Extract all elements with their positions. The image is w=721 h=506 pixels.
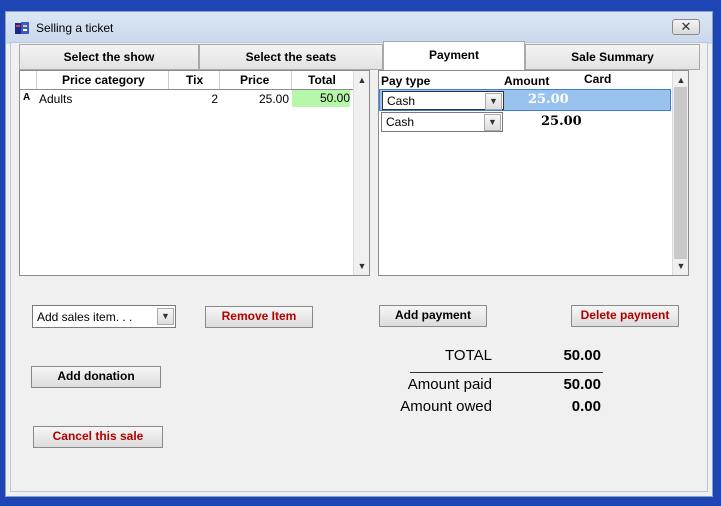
total-value: 50.00 <box>563 347 601 364</box>
tab-select-show[interactable]: Select the show <box>19 44 199 70</box>
col-card[interactable]: Card <box>584 72 611 86</box>
table-row[interactable]: Cash ▼ 25.00 <box>379 89 671 111</box>
add-sales-item-value: Add sales item. . . <box>37 310 133 324</box>
tab-sale-summary[interactable]: Sale Summary <box>525 44 700 70</box>
pay-type-select[interactable]: Cash ▼ <box>382 91 504 110</box>
payments-table-header: Pay type Amount Card <box>379 71 672 89</box>
row-total: 50.00 <box>292 90 350 107</box>
ticket-app-icon <box>15 22 29 34</box>
scroll-thumb[interactable] <box>674 87 687 259</box>
col-pay-type[interactable]: Pay type <box>381 74 430 88</box>
scroll-down-icon[interactable]: ▼ <box>354 259 370 273</box>
close-icon[interactable]: ✕ <box>672 19 700 35</box>
table-row[interactable]: Cash ▼ 25.00 <box>379 112 671 133</box>
row-price: 25.00 <box>258 92 289 106</box>
amount-paid-value: 50.00 <box>563 376 601 393</box>
row-tix: 2 <box>211 92 218 106</box>
chevron-down-icon[interactable]: ▼ <box>485 93 502 110</box>
add-sales-item-select[interactable]: Add sales item. . . ▼ <box>32 305 176 328</box>
add-payment-button[interactable]: Add payment <box>379 305 487 327</box>
delete-payment-button[interactable]: Delete payment <box>571 305 679 327</box>
cancel-sale-button[interactable]: Cancel this sale <box>33 426 163 448</box>
items-scrollbar[interactable]: ▲ ▼ <box>353 71 369 275</box>
col-amount[interactable]: Amount <box>504 74 549 88</box>
amount-paid-label: Amount paid <box>407 376 492 393</box>
col-price[interactable]: Price <box>240 73 269 87</box>
tab-select-seats[interactable]: Select the seats <box>199 44 383 70</box>
remove-item-button[interactable]: Remove Item <box>205 306 313 328</box>
add-donation-button[interactable]: Add donation <box>31 366 161 388</box>
amount-owed-label: Amount owed <box>400 398 492 415</box>
selling-ticket-window: Selling a ticket ✕ Select the show Selec… <box>5 11 713 497</box>
chevron-down-icon[interactable]: ▼ <box>484 114 501 131</box>
payments-table: Pay type Amount Card Cash ▼ 25.00 Cash ▼… <box>378 70 689 276</box>
scroll-up-icon[interactable]: ▲ <box>354 73 370 87</box>
row-category: Adults <box>39 92 73 106</box>
col-price-category[interactable]: Price category <box>62 73 145 87</box>
totals-divider <box>410 372 603 373</box>
pay-type-value: Cash <box>386 115 415 129</box>
payment-amount: 25.00 <box>528 92 569 107</box>
items-table-header: Price category Tix Price Total <box>20 71 353 90</box>
amount-owed-value: 0.00 <box>571 398 601 415</box>
row-marker: A <box>23 92 31 103</box>
title-bar[interactable]: Selling a ticket ✕ <box>6 12 712 44</box>
total-label: TOTAL <box>445 347 492 364</box>
payments-scrollbar[interactable]: ▲ ▼ <box>672 71 688 275</box>
col-tix[interactable]: Tix <box>186 73 203 87</box>
scroll-down-icon[interactable]: ▼ <box>673 259 689 273</box>
scroll-up-icon[interactable]: ▲ <box>673 73 689 87</box>
chevron-down-icon[interactable]: ▼ <box>157 308 174 325</box>
dialog-body: Select the show Select the seats Payment… <box>10 41 708 492</box>
col-total[interactable]: Total <box>308 73 336 87</box>
sales-items-table: Price category Tix Price Total A Adults … <box>19 70 370 276</box>
pay-type-value: Cash <box>387 94 416 108</box>
pay-type-select[interactable]: Cash ▼ <box>381 112 503 132</box>
tab-payment[interactable]: Payment <box>383 41 525 70</box>
table-row[interactable]: A Adults 2 25.00 50.00 <box>20 90 353 108</box>
payment-amount: 25.00 <box>541 114 582 129</box>
window-title: Selling a ticket <box>36 21 114 35</box>
